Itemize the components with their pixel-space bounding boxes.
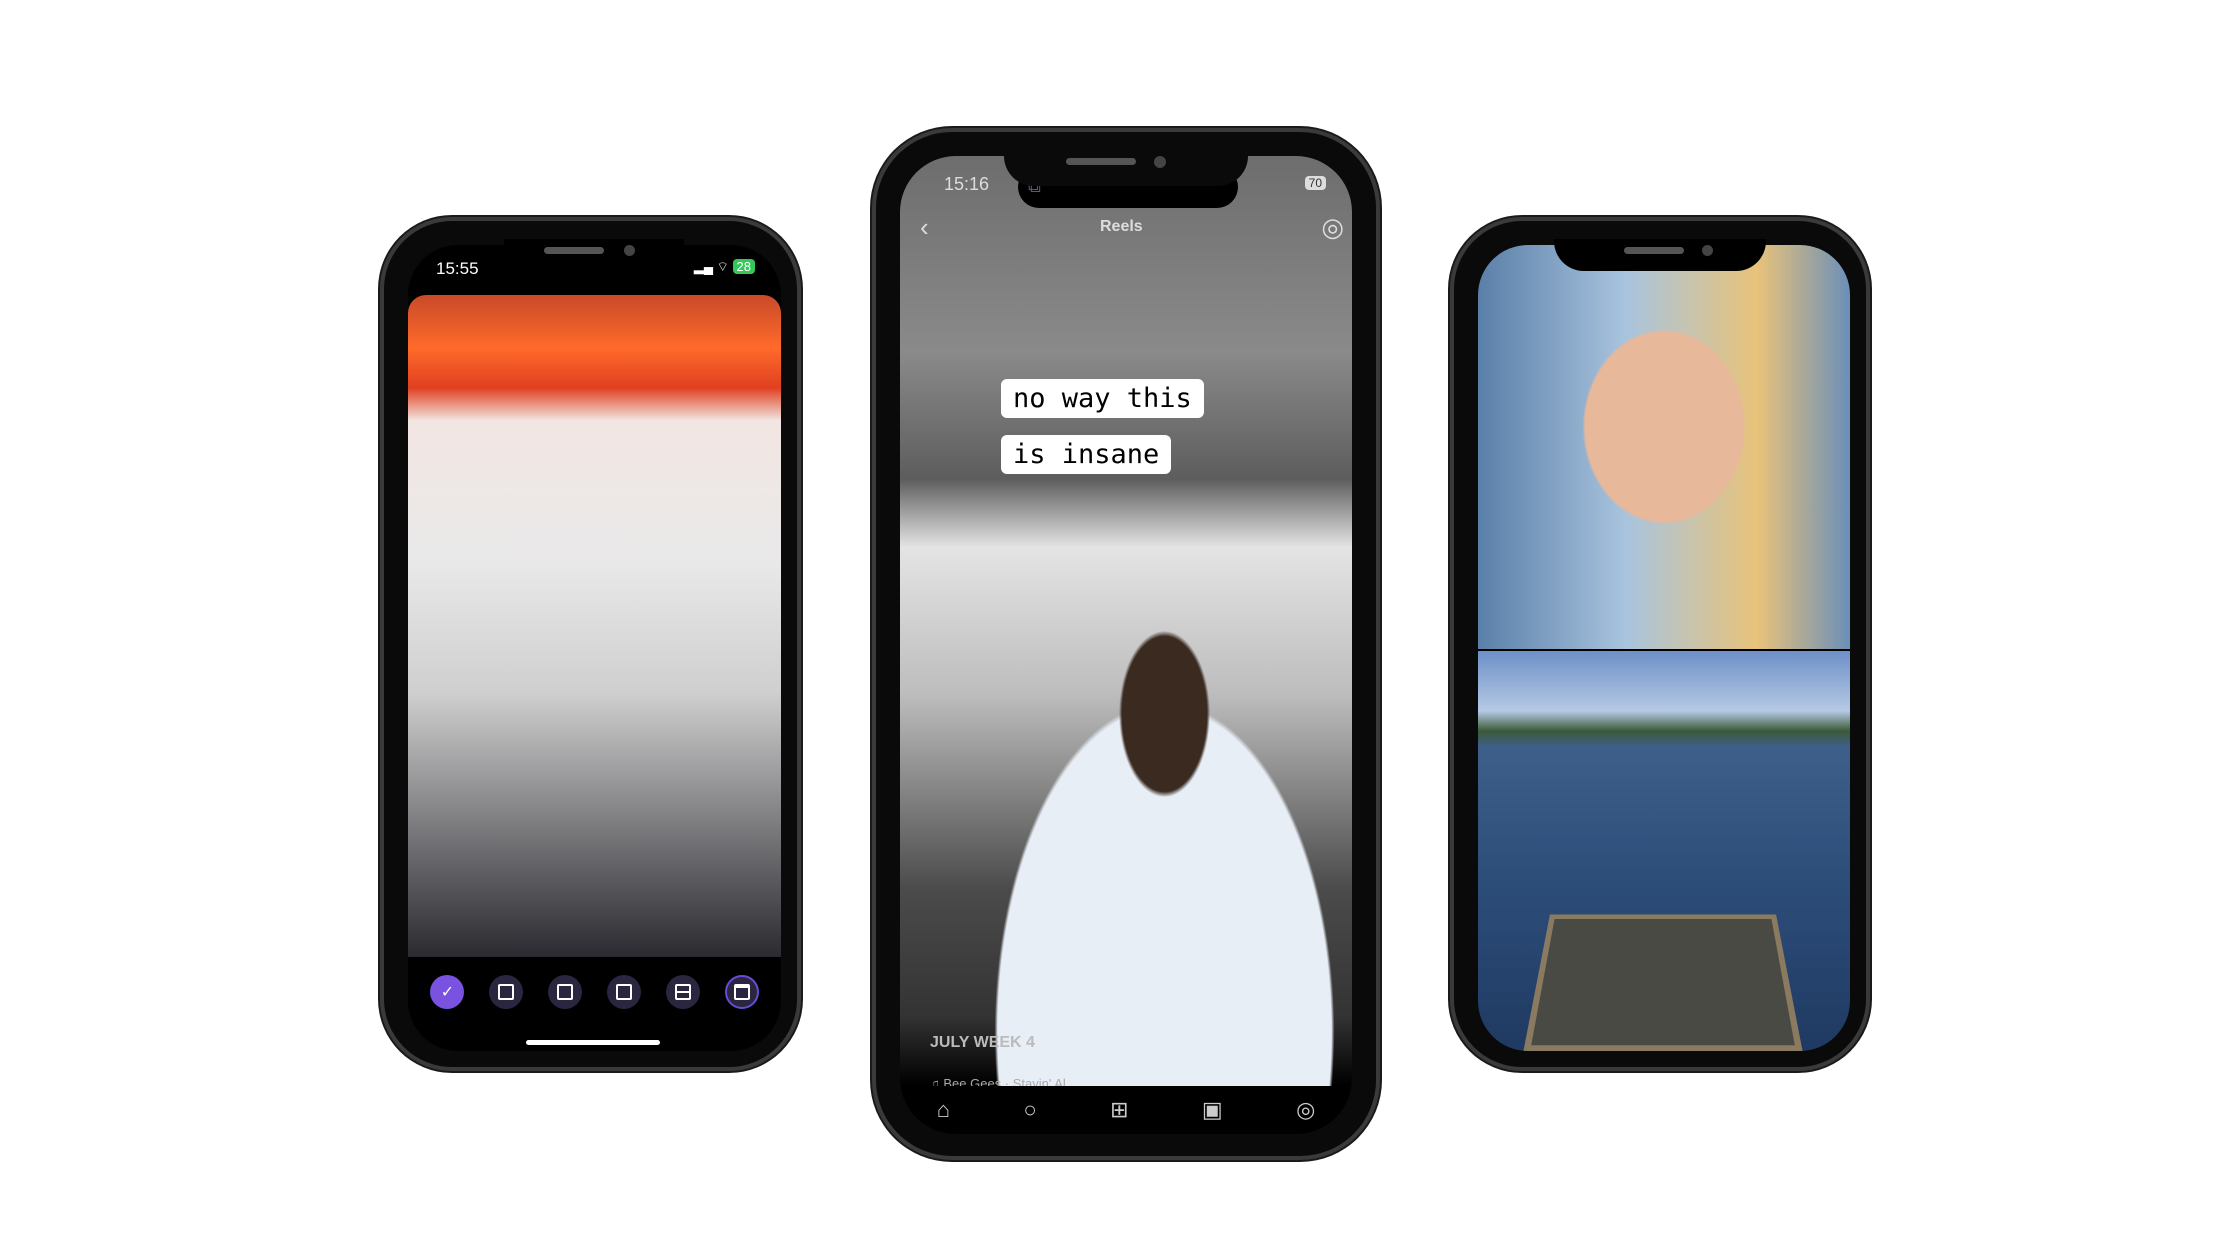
profile-icon[interactable]: ◎: [1296, 1097, 1315, 1123]
right-phone: [1450, 217, 1870, 1071]
status-time: 15:16: [944, 174, 990, 194]
wifi-icon: ⌔: [716, 259, 729, 274]
back-button[interactable]: ‹: [920, 212, 929, 243]
layout-toolbar: ✓: [408, 967, 781, 1017]
window-layout-button[interactable]: [724, 975, 759, 1009]
camera-preview: [408, 295, 781, 957]
portrait-icon: [557, 984, 574, 1000]
notch: [1554, 239, 1766, 271]
header-title: Reels: [1100, 218, 1143, 235]
notch: [1004, 150, 1248, 186]
center-phone-screen: 15:16 ⧉ 70 ‹ Reels ◎ no way this is insa…: [900, 156, 1352, 1134]
rear-camera-view: [1478, 651, 1850, 1051]
reel-title[interactable]: JULY WEEK 4: [930, 1034, 1035, 1052]
corner-frame-button[interactable]: [606, 975, 641, 1009]
reels-icon[interactable]: ▣: [1202, 1097, 1223, 1123]
camera-icon[interactable]: ◎: [1321, 212, 1344, 243]
add-icon[interactable]: ⊞: [1110, 1097, 1128, 1123]
check-icon: ✓: [440, 984, 455, 1001]
small-frame-button[interactable]: [489, 975, 524, 1009]
signal-icon: ▂▄: [693, 259, 714, 274]
green-screen-person: [950, 616, 1340, 1106]
speaker: [544, 247, 604, 254]
status-time: 15:55: [436, 259, 479, 278]
front-camera: [624, 245, 635, 256]
left-phone: 15:55 ▂▄ ⌔ 28 ✓: [380, 217, 801, 1071]
bottom-nav: ⌂ ○ ⊞ ▣ ◎: [900, 1086, 1352, 1134]
search-icon[interactable]: ○: [1023, 1097, 1036, 1123]
speaker: [1066, 158, 1136, 165]
split-horizontal-icon: [674, 984, 691, 1000]
status-icons: ▂▄ ⌔ 28: [694, 259, 755, 275]
home-indicator: [526, 1040, 660, 1045]
caption-line-1: no way this: [1001, 379, 1204, 418]
split-horizontal-button[interactable]: [665, 975, 700, 1009]
right-phone-screen: [1478, 245, 1850, 1051]
window-layout-icon: [733, 984, 750, 1000]
center-phone: 15:16 ⧉ 70 ‹ Reels ◎ no way this is insa…: [872, 128, 1380, 1160]
speaker: [1624, 247, 1684, 254]
confirm-button[interactable]: ✓: [430, 975, 465, 1009]
battery-icon: 70: [1304, 176, 1326, 190]
front-camera: [1154, 156, 1166, 168]
portrait-button[interactable]: [548, 975, 583, 1009]
corner-frame-icon: [615, 984, 632, 1000]
selfie-camera-view: [1478, 245, 1850, 649]
caption-line-2: is insane: [1001, 435, 1172, 474]
small-frame-icon: [498, 984, 515, 1000]
notch: [504, 239, 684, 271]
battery-icon: 28: [732, 259, 755, 274]
front-camera: [1702, 245, 1713, 256]
left-phone-screen: 15:55 ▂▄ ⌔ 28 ✓: [408, 245, 781, 1051]
dock: [1523, 914, 1803, 1051]
home-icon[interactable]: ⌂: [937, 1097, 950, 1123]
